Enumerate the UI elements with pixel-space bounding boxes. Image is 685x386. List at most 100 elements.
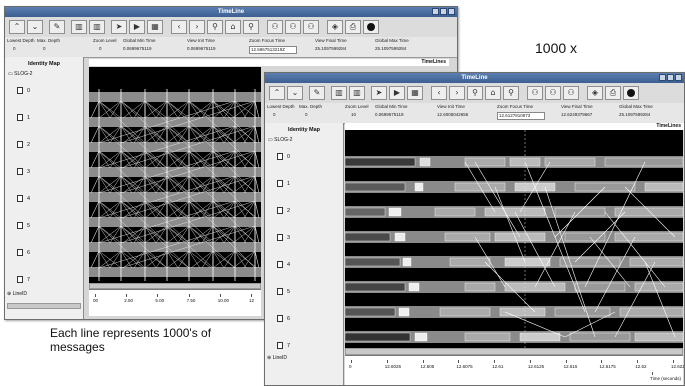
timeline-node-2[interactable]: 2 (17, 141, 30, 148)
filter-icon[interactable]: ◈ (327, 20, 343, 34)
filter-icon[interactable]: ◈ (587, 86, 603, 100)
timeline-node-0[interactable]: 0 (17, 87, 30, 94)
timeline-node-7[interactable]: 7 (277, 342, 290, 349)
message-line (232, 175, 256, 194)
maximize-button[interactable] (440, 8, 447, 15)
state-bar (499, 307, 546, 317)
state-bar (449, 257, 491, 267)
timeline-node-5[interactable]: 5 (277, 288, 290, 295)
print-icon[interactable]: ⎙ (345, 20, 361, 34)
timeline-node-4[interactable]: 4 (277, 261, 290, 268)
edit-icon[interactable]: ✎ (309, 86, 325, 100)
up-arrow-icon[interactable]: ⌃ (9, 20, 25, 34)
record-icon[interactable] (363, 20, 379, 34)
forward-nav-icon[interactable]: › (189, 20, 205, 34)
state-bar (439, 307, 491, 317)
timeline-node-2[interactable]: 2 (277, 207, 290, 214)
timeline-node-5[interactable]: 5 (17, 222, 30, 229)
forward-icon[interactable]: ➤ (371, 86, 387, 100)
search-all-icon[interactable]: ⚇ (285, 20, 301, 34)
timeline-node-1[interactable]: 1 (17, 114, 30, 121)
search-icon[interactable]: ⚇ (527, 86, 543, 100)
close-button[interactable] (448, 8, 455, 15)
delete-icon[interactable]: ▥ (71, 20, 87, 34)
message-line (234, 100, 258, 119)
record-icon[interactable] (623, 86, 639, 100)
delete-icon[interactable]: ▥ (331, 86, 347, 100)
zoom-in-icon[interactable]: ⚲ (207, 20, 223, 34)
message-line (109, 150, 122, 169)
search-next-icon[interactable]: ⚇ (303, 20, 319, 34)
zoom-in-icon[interactable]: ⚲ (467, 86, 483, 100)
down-arrow-icon[interactable]: ⌄ (287, 86, 303, 100)
play-icon[interactable]: ▶ (389, 86, 405, 100)
timeline-node-1[interactable]: 1 (277, 180, 290, 187)
timeline-canvas[interactable] (89, 67, 261, 283)
state-bar (414, 332, 428, 342)
state-bar (434, 207, 476, 217)
timeline-canvas[interactable] (344, 130, 684, 348)
timeline-node-0[interactable]: 0 (277, 153, 290, 160)
search-all-icon[interactable]: ⚇ (545, 86, 561, 100)
minimize-button[interactable] (432, 8, 439, 15)
home-icon[interactable]: ⌂ (225, 20, 241, 34)
delete-all-icon[interactable]: ▥ (349, 86, 365, 100)
header-band (345, 130, 683, 152)
message-line (144, 200, 157, 219)
zoom-out-icon[interactable]: ⚲ (503, 86, 519, 100)
down-arrow-icon[interactable]: ⌄ (27, 20, 43, 34)
zoom-focus-field[interactable]: 12.5967513219Z (249, 46, 297, 54)
zoom-focus-field[interactable]: 12.6127810973 (497, 112, 545, 120)
timeline-node-6[interactable]: 6 (17, 249, 30, 256)
message-line (144, 175, 157, 194)
message-line (212, 250, 225, 269)
timeline-node-6[interactable]: 6 (277, 315, 290, 322)
delete-all-icon[interactable]: ▥ (89, 20, 105, 34)
timeline-hscroll[interactable] (345, 348, 683, 355)
timeline-node-7[interactable]: 7 (17, 276, 30, 283)
edit-icon[interactable]: ✎ (49, 20, 65, 34)
search-icon[interactable]: ⚇ (267, 20, 283, 34)
state-bar (344, 207, 386, 217)
state-bar (519, 332, 561, 342)
document-icon (17, 168, 23, 175)
message-line (254, 225, 260, 244)
identity-hscroll[interactable] (7, 303, 81, 309)
message-line (177, 125, 190, 144)
grid-icon[interactable]: ▦ (407, 86, 423, 100)
timeline-node-4[interactable]: 4 (17, 195, 30, 202)
message-line (177, 100, 190, 119)
play-icon[interactable]: ▶ (129, 20, 145, 34)
message-line (234, 150, 258, 169)
forward-icon[interactable]: ➤ (111, 20, 127, 34)
home-icon[interactable]: ⌂ (485, 86, 501, 100)
timelines-header: TimeLines (345, 123, 684, 130)
message-line (212, 150, 225, 169)
up-arrow-icon[interactable]: ⌃ (269, 86, 285, 100)
message-line (234, 175, 258, 194)
print-icon[interactable]: ⎙ (605, 86, 621, 100)
minimize-button[interactable] (659, 74, 666, 81)
grid-icon[interactable]: ▦ (147, 20, 163, 34)
forward-nav-icon[interactable]: › (449, 86, 465, 100)
maximize-button[interactable] (667, 74, 674, 81)
tree-root[interactable]: ▭ SLOG-2 (268, 137, 292, 143)
axis-tick-label: 00 (93, 294, 99, 303)
message-line (232, 150, 256, 169)
axis-tick-label: 5.00 (155, 294, 165, 303)
timeline-node-3[interactable]: 3 (277, 234, 290, 241)
back-icon[interactable]: ‹ (431, 86, 447, 100)
timeline-node-3[interactable]: 3 (17, 168, 30, 175)
close-button[interactable] (675, 74, 682, 81)
toolbar: ⌃ ⌄ ✎ ▥ ▥ ➤ ▶ ▦ ‹ › ⚲ ⌂ ⚲ ⚇ ⚇ ⚇ ◈ ⎙ (265, 83, 684, 104)
search-next-icon[interactable]: ⚇ (563, 86, 579, 100)
message-line (254, 100, 260, 119)
state-bar (554, 307, 611, 317)
message-line (144, 100, 157, 119)
state-bar (619, 307, 684, 317)
timeline-hscroll[interactable] (89, 283, 261, 289)
back-icon[interactable]: ‹ (171, 20, 187, 34)
timeline-node-label: 1 (27, 114, 31, 121)
zoom-out-icon[interactable]: ⚲ (243, 20, 259, 34)
tree-root[interactable]: ▭ SLOG-2 (8, 71, 32, 77)
